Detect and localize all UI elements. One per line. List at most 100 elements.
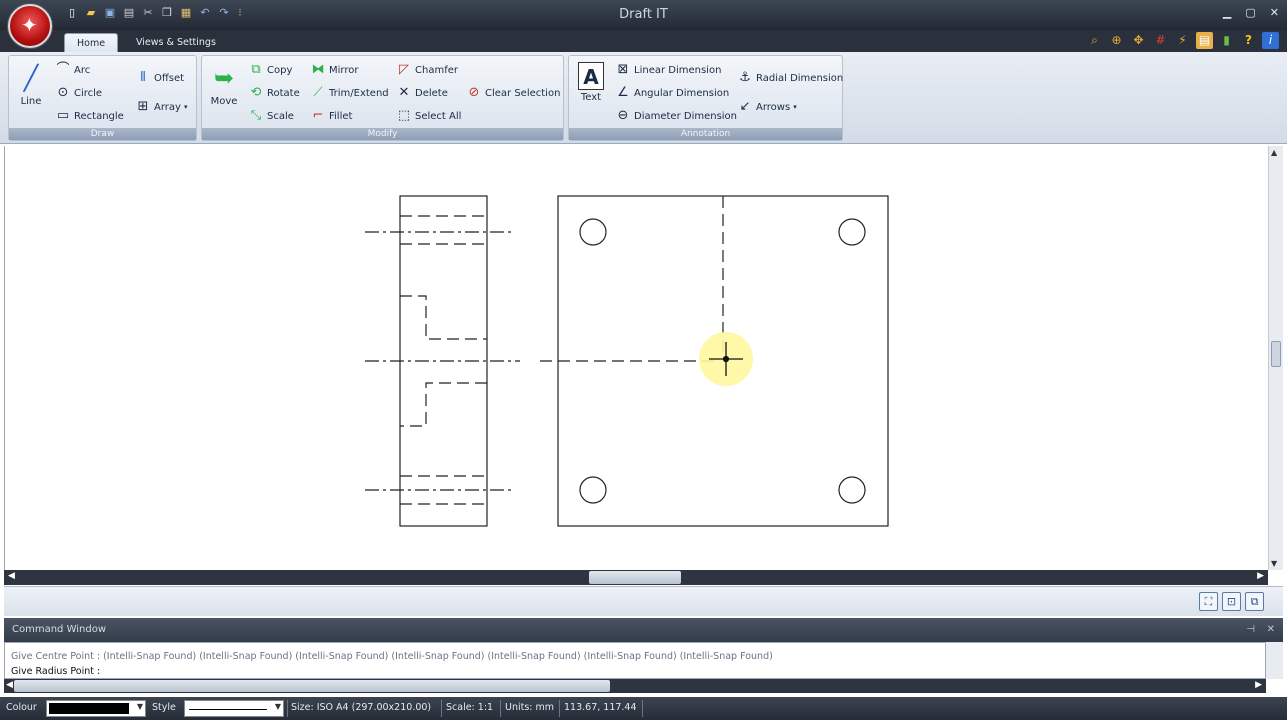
rectangle-icon: ▭ [56, 108, 70, 123]
line-button[interactable]: ╱ Line [11, 62, 51, 107]
clear-selection-button[interactable]: ⊘ Clear Selection [466, 85, 561, 101]
move-icon: ➥ [213, 64, 235, 92]
delete-button[interactable]: ✕ Delete [396, 85, 448, 101]
fillet-button[interactable]: ⌐ Fillet [310, 108, 353, 124]
application-menu-button[interactable] [8, 4, 52, 48]
command-scroll-thumb[interactable] [14, 680, 610, 692]
array-icon: ⊞ [137, 99, 149, 114]
radial-dimension-button[interactable]: ⚓ Radial Dimension [737, 70, 843, 86]
canvas-horizontal-scrollbar[interactable]: ◀ ▶ [4, 570, 1268, 585]
line-icon: ╱ [23, 64, 39, 92]
pin-icon[interactable]: ⊣ [1246, 618, 1255, 642]
move-button[interactable]: ➥ Move [204, 62, 244, 107]
status-bar: Colour ▼ Style ▼ Size: ISO A4 (297.00x21… [0, 697, 1287, 720]
scale-label: Scale [267, 110, 294, 122]
hole-top-right [838, 218, 866, 246]
scale-button[interactable]: ⤡ Scale [248, 108, 294, 124]
ribbon: ╱ Line ⌒ Arc ⊙ Circle ▭ Rectangle ⫴ Offset ⊞… [0, 52, 1287, 144]
pan-icon[interactable]: ✥ [1130, 32, 1147, 49]
tab-home[interactable]: Home [64, 33, 119, 52]
clear-selection-icon: ⊘ [468, 85, 480, 100]
vertical-scroll-thumb[interactable] [1271, 341, 1281, 367]
zoom-window-icon[interactable]: ⊡ [1222, 592, 1241, 611]
text-label: Text [580, 92, 602, 103]
line-style-preview [189, 709, 267, 710]
arrows-label: Arrows [756, 101, 791, 113]
scroll-left-icon[interactable]: ◀ [6, 680, 13, 690]
title-bar: ▯ ▰ ▣ ▤ ✂ ❐ ▦ ↶ ↷ ⁝ Draft IT ▁ ▢ ✕ [0, 0, 1287, 30]
rotate-label: Rotate [267, 87, 300, 99]
copy-button[interactable]: ⧉ Copy [248, 62, 292, 78]
diameter-dimension-button[interactable]: ⊖ Diameter Dimension [615, 108, 737, 124]
scroll-right-icon[interactable]: ▶ [1257, 571, 1264, 581]
trim-extend-button[interactable]: ⟋ Trim/Extend [310, 85, 389, 101]
minimize-icon[interactable]: ▁ [1223, 6, 1231, 19]
hole-bottom-right [838, 476, 866, 504]
canvas-vertical-scrollbar[interactable]: ▲ ▼ [1268, 146, 1283, 570]
arrows-button[interactable]: ↙ Arrows ▾ [737, 99, 797, 115]
close-icon[interactable]: ✕ [1270, 6, 1279, 19]
horizontal-scroll-thumb[interactable] [589, 571, 681, 584]
close-icon[interactable]: ✕ [1267, 618, 1275, 642]
rotate-button[interactable]: ⟲ Rotate [248, 85, 300, 101]
rotate-icon: ⟲ [250, 85, 262, 100]
status-separator [500, 700, 501, 717]
scroll-down-icon[interactable]: ▼ [1271, 559, 1277, 568]
clear-selection-label: Clear Selection [485, 87, 561, 99]
scale-icon: ⤡ [250, 108, 262, 123]
tab-views-settings[interactable]: Views & Settings [124, 33, 228, 52]
linear-dimension-icon: ⊠ [617, 62, 629, 77]
zoom-previous-icon[interactable]: ⧉ [1245, 592, 1264, 611]
grid-icon[interactable]: # [1152, 32, 1169, 49]
info-icon[interactable]: i [1262, 32, 1279, 49]
cursor-coordinates: 113.67, 117.44 [564, 702, 637, 713]
line-label: Line [20, 96, 42, 107]
style-select[interactable]: ▼ [184, 700, 284, 717]
copy-shapes-icon: ⧉ [251, 62, 261, 77]
help-icon[interactable]: ? [1240, 32, 1257, 49]
chamfer-label: Chamfer [415, 64, 458, 76]
linear-dimension-button[interactable]: ⊠ Linear Dimension [615, 62, 722, 78]
command-horizontal-scrollbar[interactable]: ◀ ▶ [4, 679, 1266, 693]
status-separator [559, 700, 560, 717]
circle-icon: ⊙ [57, 85, 69, 100]
circle-label: Circle [74, 87, 103, 99]
colour-select[interactable]: ▼ [46, 700, 146, 717]
circle-button[interactable]: ⊙ Circle [55, 85, 103, 101]
arc-label: Arc [74, 64, 91, 76]
mirror-icon: ⧓ [311, 62, 325, 77]
scroll-up-icon[interactable]: ▲ [1271, 148, 1277, 157]
arc-button[interactable]: ⌒ Arc [55, 62, 90, 78]
rectangle-button[interactable]: ▭ Rectangle [55, 108, 124, 124]
layers-icon[interactable]: ▤ [1196, 32, 1213, 49]
properties-icon[interactable]: ▮ [1218, 32, 1235, 49]
zoom-fit-icon[interactable]: ⛶ [1199, 592, 1218, 611]
offset-icon: ⫴ [140, 70, 146, 85]
paper-size: Size: ISO A4 (297.00x210.00) [291, 702, 432, 713]
rectangle-label: Rectangle [74, 110, 124, 122]
style-label: Style [152, 702, 176, 713]
fillet-label: Fillet [329, 110, 353, 122]
snap-icon[interactable]: ⚡ [1174, 32, 1191, 49]
zoom-in-icon[interactable]: ⊕ [1108, 32, 1125, 49]
colour-swatch [49, 703, 129, 714]
array-label: Array [154, 101, 181, 113]
select-all-button[interactable]: ⬚ Select All [396, 108, 462, 124]
array-button[interactable]: ⊞ Array ▾ [135, 99, 188, 115]
mirror-button[interactable]: ⧓ Mirror [310, 62, 359, 78]
text-button[interactable]: A Text [571, 62, 611, 103]
angular-dimension-button[interactable]: ∠ Angular Dimension [615, 85, 729, 101]
command-vertical-scrollbar[interactable] [1266, 642, 1283, 679]
command-history-line: Give Centre Point : (Intelli-Snap Found)… [11, 651, 773, 662]
trim-label: Trim/Extend [329, 87, 389, 99]
offset-button[interactable]: ⫴ Offset [135, 70, 184, 86]
chamfer-button[interactable]: ◸ Chamfer [396, 62, 458, 78]
drawing-canvas[interactable] [4, 146, 1268, 570]
zoom-extents-icon[interactable]: ⌕ [1086, 32, 1103, 49]
command-window-output[interactable]: Give Centre Point : (Intelli-Snap Found)… [4, 642, 1266, 679]
scroll-right-icon[interactable]: ▶ [1255, 680, 1262, 690]
scroll-left-icon[interactable]: ◀ [8, 571, 15, 581]
command-prompt-line: Give Radius Point : [11, 666, 101, 677]
toolbar-right-icons: ⌕ ⊕ ✥ # ⚡ ▤ ▮ ? i [1086, 32, 1279, 49]
maximize-icon[interactable]: ▢ [1245, 6, 1255, 19]
